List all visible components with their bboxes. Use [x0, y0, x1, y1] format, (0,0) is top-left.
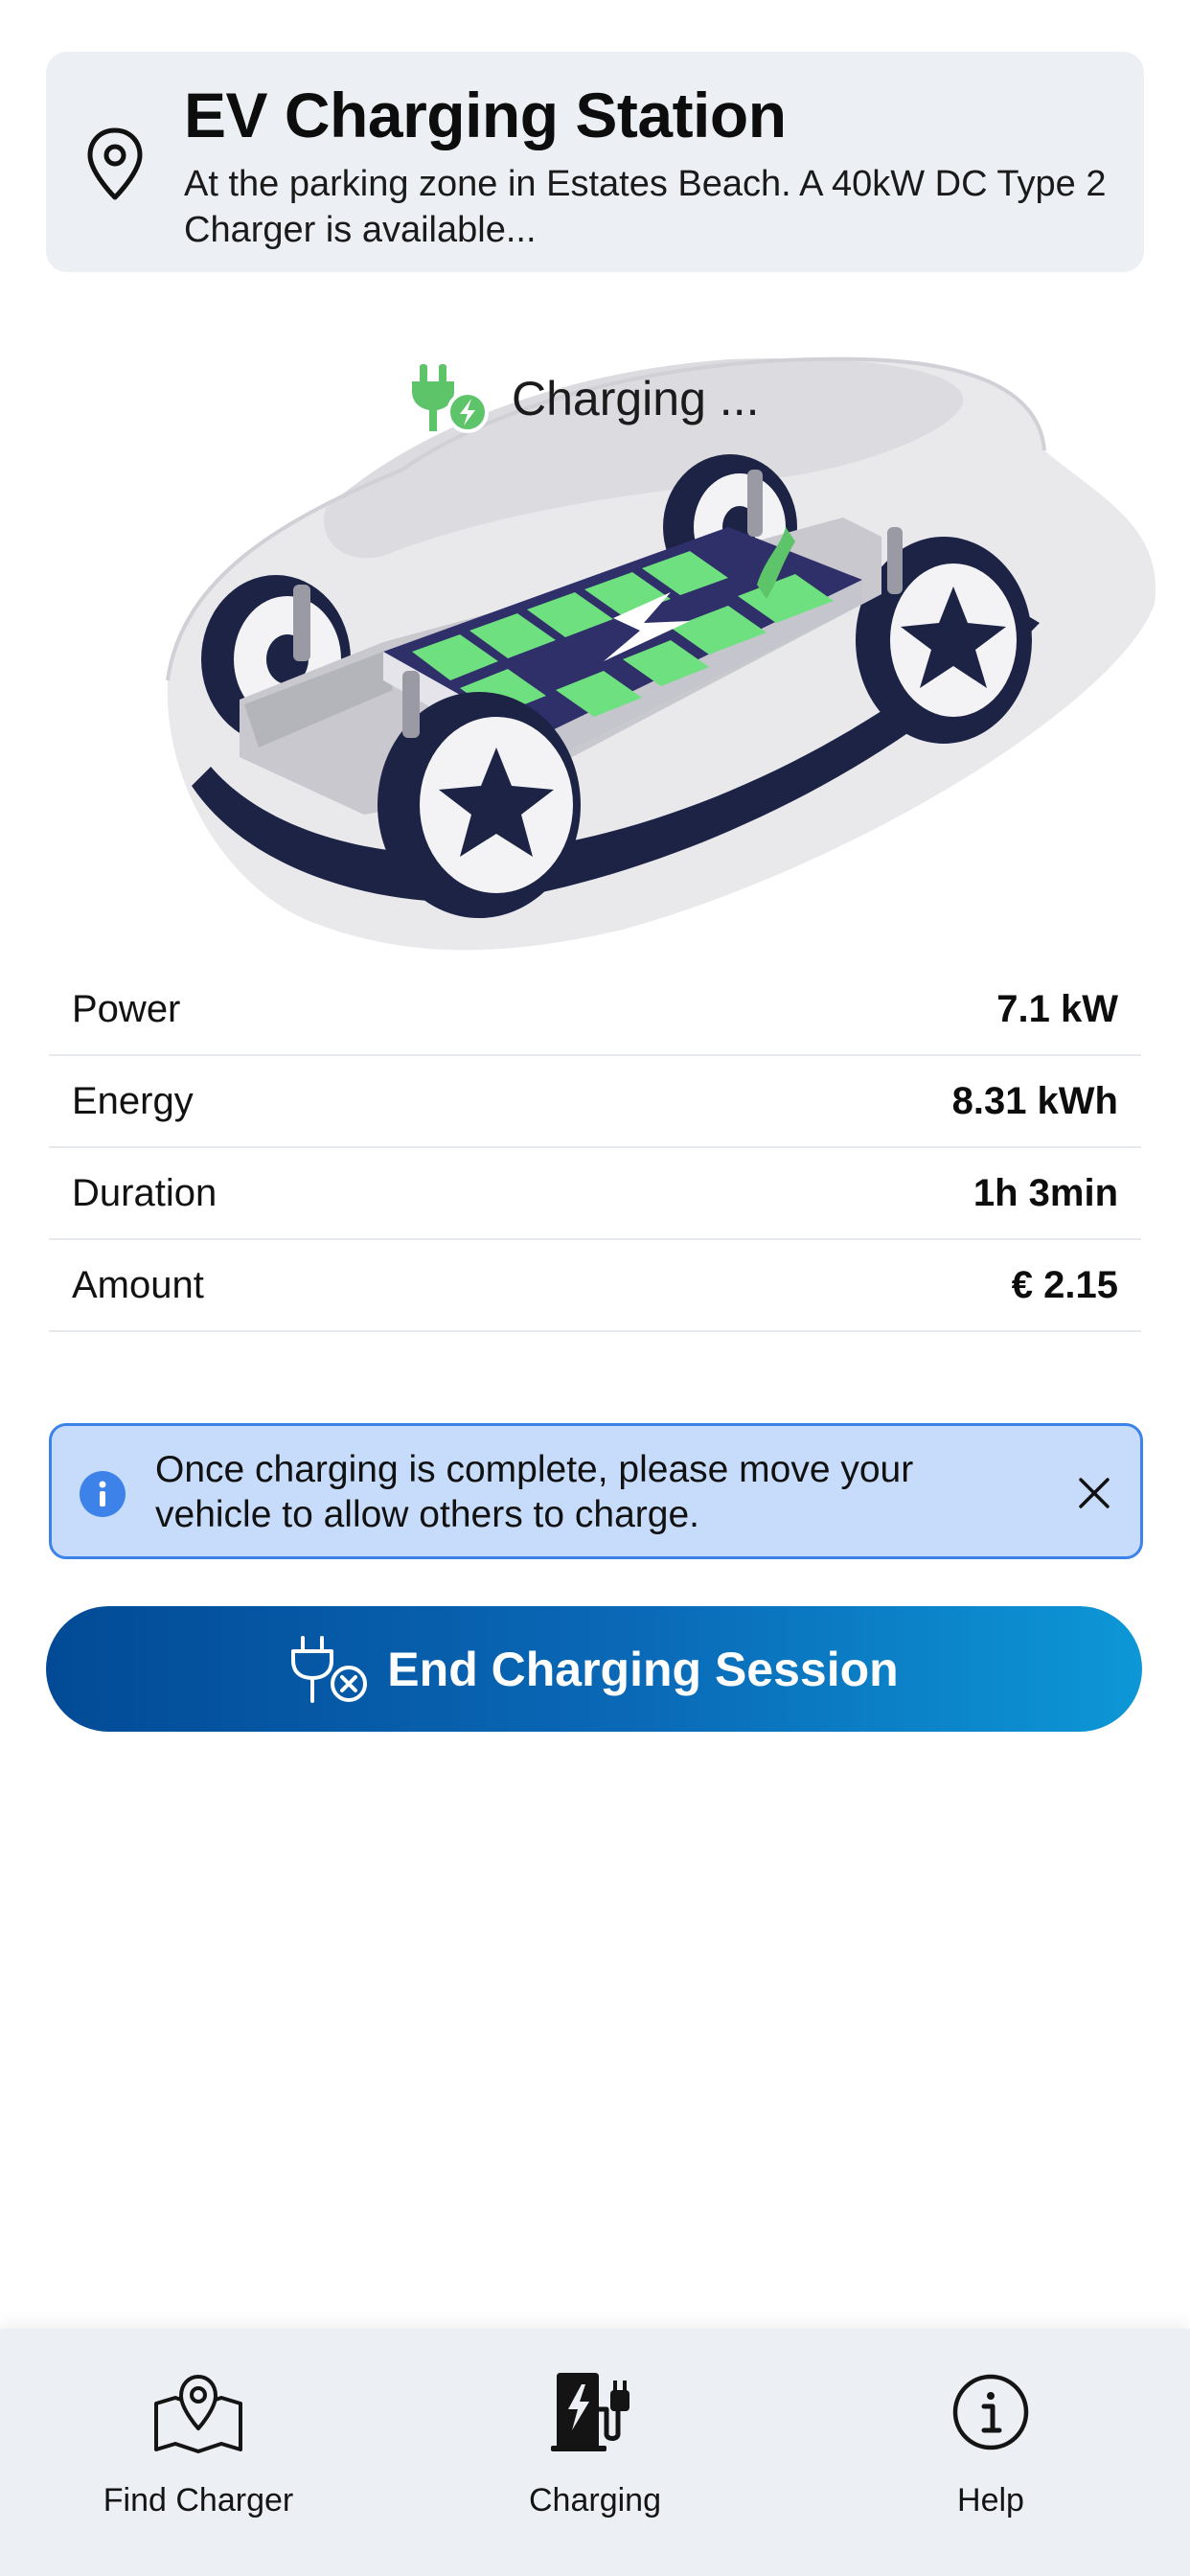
stat-label: Power [72, 987, 181, 1030]
station-card: EV Charging Station At the parking zone … [46, 52, 1144, 272]
nav-item-charging[interactable]: Charging [451, 2329, 739, 2576]
stat-label: Energy [72, 1079, 194, 1122]
charging-station-icon [551, 2373, 629, 2451]
stat-value: € 2.15 [1011, 1263, 1118, 1306]
stat-label: Duration [72, 1171, 217, 1214]
map-pin-icon [154, 2375, 242, 2453]
charging-status-label: Charging ... [512, 372, 760, 426]
plug-cancel-icon [291, 1635, 368, 1703]
stat-row-amount: Amount € 2.15 [49, 1240, 1141, 1332]
end-charging-session-button[interactable]: End Charging Session [46, 1606, 1142, 1732]
stat-value: 1h 3min [973, 1171, 1118, 1214]
stat-row-power: Power 7.1 kW [49, 964, 1141, 1056]
stat-value: 8.31 kWh [951, 1079, 1118, 1122]
nav-label: Help [957, 2482, 1024, 2518]
nav-item-help[interactable]: Help [847, 2329, 1134, 2576]
stat-row-duration: Duration 1h 3min [49, 1148, 1141, 1240]
charging-plug-icon [412, 364, 489, 433]
location-pin-icon [87, 127, 143, 200]
info-icon [80, 1471, 126, 1517]
charging-status: Charging ... [410, 362, 759, 435]
stat-label: Amount [72, 1263, 204, 1306]
session-stats: Power 7.1 kW Energy 8.31 kWh Duration 1h… [49, 964, 1141, 1332]
station-description: At the parking zone in Estates Beach. A … [184, 164, 1107, 250]
station-title: EV Charging Station [184, 80, 787, 150]
end-charging-session-label: End Charging Session [387, 1642, 899, 1696]
bottom-navigation: Find Charger Charging Help [0, 2329, 1190, 2576]
stat-row-energy: Energy 8.31 kWh [49, 1056, 1141, 1148]
notice-text: Once charging is complete, please move y… [155, 1449, 914, 1535]
info-circle-icon [952, 2374, 1029, 2450]
close-icon[interactable] [1075, 1474, 1113, 1512]
info-notice: Once charging is complete, please move y… [49, 1423, 1143, 1559]
stat-value: 7.1 kW [996, 987, 1118, 1030]
nav-item-find-charger[interactable]: Find Charger [55, 2329, 342, 2576]
nav-label: Charging [529, 2482, 661, 2518]
nav-label: Find Charger [103, 2482, 294, 2518]
